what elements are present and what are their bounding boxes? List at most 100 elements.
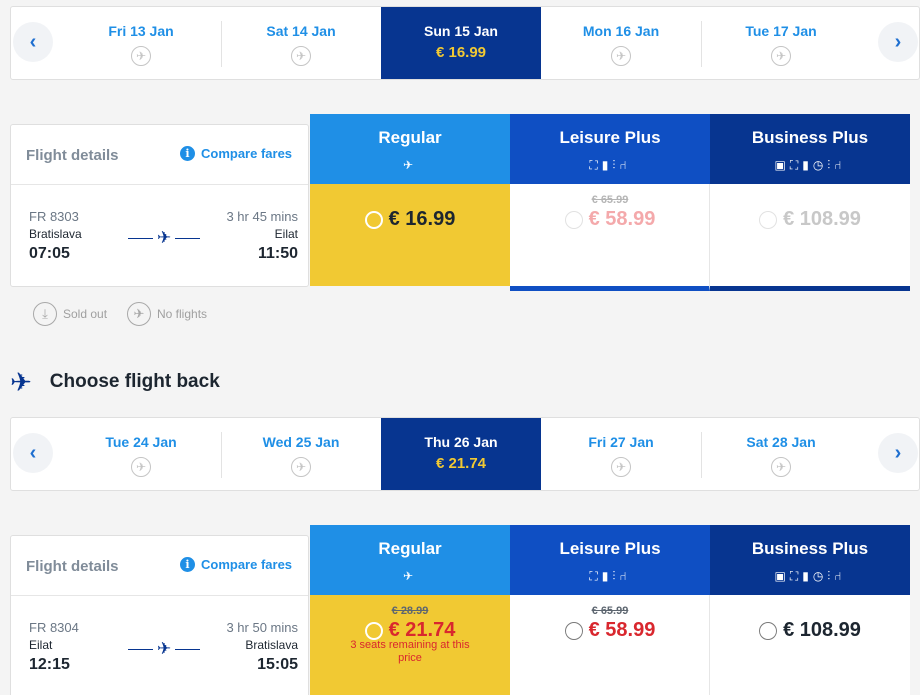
- origin-city: Bratislava: [29, 227, 82, 241]
- date-label: Tue 24 Jan: [105, 434, 177, 450]
- no-flight-icon: ✈: [611, 46, 631, 66]
- legend-label: Sold out: [63, 307, 108, 321]
- fare-radio[interactable]: [759, 621, 778, 640]
- return-flight-card: Flight details i Compare fares FR 8304 3…: [10, 535, 309, 695]
- fare-option-regular[interactable]: € 16.99: [310, 184, 510, 286]
- fare-price: € 16.99: [388, 208, 456, 230]
- no-flight-icon: ✈: [771, 457, 791, 477]
- origin-city: Eilat: [29, 638, 53, 652]
- arrival-time: 15:05: [257, 656, 298, 673]
- section-title-text: Choose flight back: [49, 371, 220, 392]
- compare-fares-label: Compare fares: [201, 557, 293, 572]
- outbound-date-selector: ‹ Fri 13 Jan ✈ Sat 14 Jan ✈ Sun 15 Jan €…: [10, 6, 920, 80]
- fare-radio[interactable]: [364, 210, 383, 229]
- fare-option-leisure-plus[interactable]: € 65.99 € 58.99: [510, 184, 710, 291]
- fare-benefit-icons: ⛶▮⫶⑁: [589, 158, 631, 172]
- date-option[interactable]: Fri 27 Jan ✈: [541, 418, 701, 490]
- fare-header-regular: Regular ✈: [310, 114, 510, 184]
- departure-time: 07:05: [29, 245, 70, 262]
- date-label: Tue 17 Jan: [745, 23, 817, 39]
- seats-remaining-note: 3 seats remaining at this price: [350, 639, 470, 664]
- fare-header-regular: Regular ✈: [310, 525, 510, 595]
- date-option-selected[interactable]: Sun 15 Jan € 16.99: [381, 7, 541, 79]
- date-label: Sat 28 Jan: [746, 434, 816, 450]
- chevron-left-icon[interactable]: ‹: [13, 22, 53, 62]
- airplane-icon: ✈: [10, 367, 32, 397]
- fare-name: Leisure Plus: [559, 128, 661, 147]
- fare-option-business-plus[interactable]: € 108.99: [710, 595, 910, 695]
- fare-price: € 108.99: [783, 619, 861, 641]
- compare-fares-label: Compare fares: [201, 146, 293, 161]
- fare-option-regular[interactable]: € 28.99 € 21.74 3 seats remaining at thi…: [310, 595, 510, 695]
- flight-number: FR 8304: [29, 620, 79, 635]
- chevron-right-icon[interactable]: ›: [878, 22, 918, 62]
- info-icon: i: [180, 146, 195, 161]
- date-label: Fri 13 Jan: [108, 23, 174, 39]
- date-label: Mon 16 Jan: [582, 23, 660, 39]
- fare-header-business-plus: Business Plus ▣⛶▮◷⫶⑁: [710, 114, 910, 184]
- fare-name: Business Plus: [751, 128, 869, 147]
- flight-duration: 3 hr 50 mins: [226, 620, 298, 635]
- date-option-selected[interactable]: Thu 26 Jan € 21.74: [381, 418, 541, 490]
- date-price: € 21.74: [435, 455, 487, 472]
- date-option[interactable]: Tue 17 Jan ✈: [701, 7, 861, 79]
- flight-number: FR 8303: [29, 209, 79, 224]
- fare-price: € 108.99: [783, 208, 861, 230]
- fare-option-business-plus[interactable]: € 108.99: [710, 184, 910, 291]
- date-label: Fri 27 Jan: [588, 434, 654, 450]
- fare-old-price: € 28.99: [391, 605, 429, 617]
- flight-duration: 3 hr 45 mins: [226, 209, 298, 224]
- fare-header-leisure-plus: Leisure Plus ⛶▮⫶⑁: [510, 114, 710, 184]
- fare-name: Regular: [378, 539, 442, 558]
- fare-benefit-icons: ⛶▮⫶⑁: [589, 569, 631, 583]
- fare-option-leisure-plus[interactable]: € 65.99 € 58.99: [510, 595, 710, 695]
- date-label: Sun 15 Jan: [424, 23, 498, 39]
- fare-radio[interactable]: [364, 621, 383, 640]
- legend-label: No flights: [157, 307, 208, 321]
- chevron-right-icon[interactable]: ›: [878, 433, 918, 473]
- flight-details-title: Flight details: [26, 558, 119, 575]
- airplane-icon: ✈: [153, 640, 175, 658]
- fare-name: Business Plus: [751, 539, 869, 558]
- airplane-icon: ✈: [402, 158, 418, 172]
- destination-city: Bratislava: [245, 638, 298, 652]
- info-icon: i: [180, 557, 195, 572]
- legend-no-flights: ✈ No flights: [127, 302, 207, 326]
- no-flight-icon: ✈: [771, 46, 791, 66]
- legend-sold-out: ⤓ Sold out: [33, 302, 107, 326]
- return-date-selector: ‹ Tue 24 Jan ✈ Wed 25 Jan ✈ Thu 26 Jan €…: [10, 417, 920, 491]
- no-flight-icon: ✈: [611, 457, 631, 477]
- airplane-icon: ✈: [153, 229, 175, 247]
- fare-name: Regular: [378, 128, 442, 147]
- compare-fares-link[interactable]: i Compare fares: [180, 557, 292, 572]
- fare-name: Leisure Plus: [559, 539, 661, 558]
- fare-old-price: € 65.99: [591, 194, 629, 206]
- date-label: Sat 14 Jan: [266, 23, 336, 39]
- fare-radio[interactable]: [564, 210, 583, 229]
- flight-details-title: Flight details: [26, 147, 119, 164]
- fare-radio[interactable]: [759, 210, 778, 229]
- fare-price: € 58.99: [588, 208, 656, 230]
- date-option[interactable]: Fri 13 Jan ✈: [61, 7, 221, 79]
- no-flight-icon: ✈: [127, 302, 151, 326]
- destination-city: Eilat: [274, 227, 298, 241]
- date-option[interactable]: Mon 16 Jan ✈: [541, 7, 701, 79]
- fare-price: € 58.99: [588, 619, 656, 641]
- date-option[interactable]: Sat 28 Jan ✈: [701, 418, 861, 490]
- fare-benefit-icons: ▣⛶▮◷⫶⑁: [774, 158, 846, 172]
- chevron-left-icon[interactable]: ‹: [13, 433, 53, 473]
- date-label: Wed 25 Jan: [262, 434, 340, 450]
- arrival-time: 11:50: [257, 245, 298, 262]
- date-option[interactable]: Tue 24 Jan ✈: [61, 418, 221, 490]
- compare-fares-link[interactable]: i Compare fares: [180, 146, 292, 161]
- date-option[interactable]: Sat 14 Jan ✈: [221, 7, 381, 79]
- fare-radio[interactable]: [564, 621, 583, 640]
- date-label: Thu 26 Jan: [424, 434, 498, 450]
- no-flight-icon: ✈: [291, 46, 311, 66]
- date-option[interactable]: Wed 25 Jan ✈: [221, 418, 381, 490]
- section-title-return: ✈ Choose flight back: [10, 369, 220, 395]
- departure-time: 12:15: [29, 656, 70, 673]
- no-flight-icon: ✈: [131, 457, 151, 477]
- no-flight-icon: ✈: [131, 46, 151, 66]
- fare-header-leisure-plus: Leisure Plus ⛶▮⫶⑁: [510, 525, 710, 595]
